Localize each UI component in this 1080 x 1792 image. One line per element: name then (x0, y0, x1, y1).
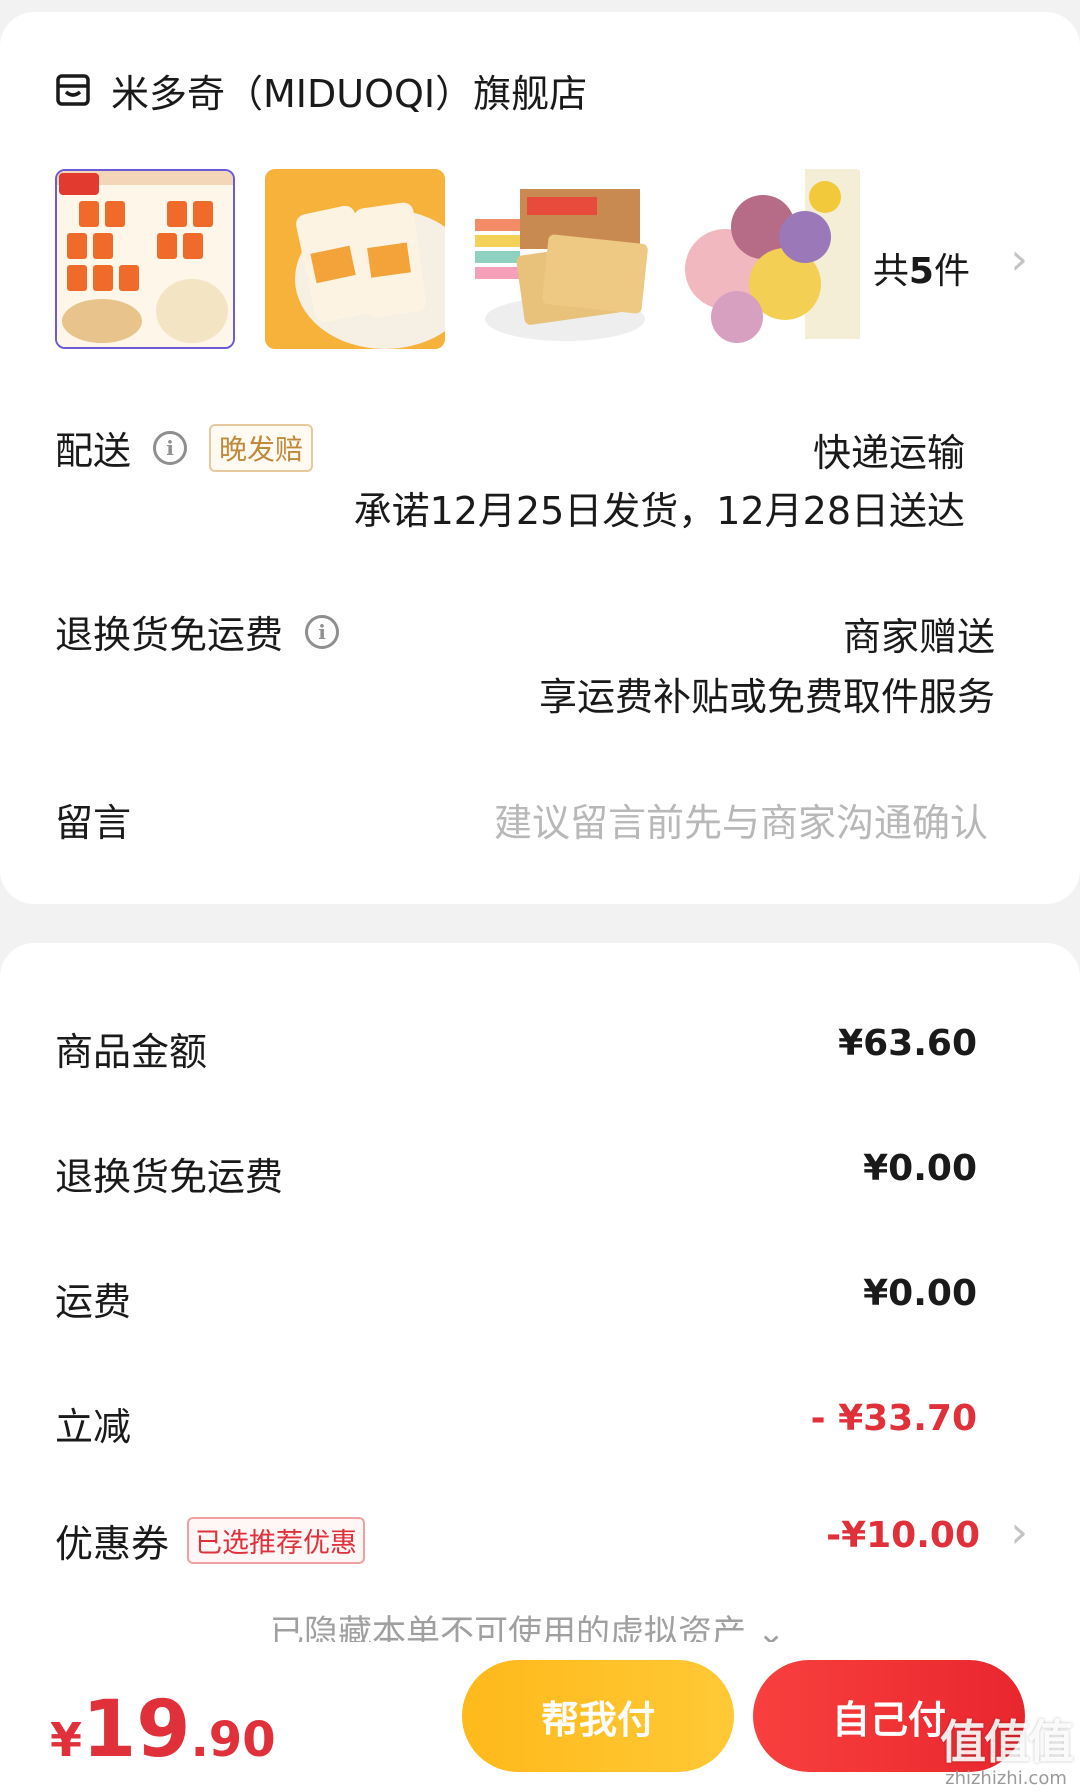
item-count-number: 5 (908, 251, 934, 292)
shipping-fee-label: 运费 (55, 1280, 132, 1324)
product-thumb[interactable] (265, 168, 445, 349)
total-price: ¥ 19 .90 (50, 1685, 276, 1775)
product-thumb[interactable] (475, 168, 655, 349)
goods-amount-value: ¥63.60 (838, 1023, 977, 1064)
watermark-url: zhizhizhi.com (945, 1768, 1067, 1789)
watermark-logo: 值值值 (940, 1715, 1074, 1769)
chevron-right-icon[interactable]: › (1010, 1507, 1028, 1558)
total-decimal: .90 (190, 1712, 276, 1768)
item-count-suffix: 件 (933, 251, 970, 292)
shop-name: 米多奇（MIDUOQI）旗舰店 (111, 71, 588, 116)
return-fee-label: 退换货免运费 (55, 1155, 284, 1199)
shipping-fee-value: ¥0.00 (863, 1273, 977, 1314)
return-shipping-value: 商家赠送 (842, 615, 995, 659)
shop-header[interactable]: 米多奇（MIDUOQI）旗舰店 (55, 62, 587, 118)
instant-discount-label: 立减 (55, 1405, 132, 1449)
return-shipping-row: 退换货免运费 i (55, 604, 340, 659)
return-shipping-label: 退换货免运费 (55, 613, 284, 657)
order-shop-card: 米多奇（MIDUOQI）旗舰店 共5件 › 配送 i 晚发赔 快递运输 承诺12… (0, 12, 1080, 904)
delivery-method[interactable]: 快递运输 (813, 422, 965, 477)
item-count-prefix: 共 (872, 251, 909, 292)
late-compensation-badge: 晚发赔 (209, 423, 314, 472)
coupon-value[interactable]: -¥10.00 (826, 1515, 980, 1556)
instant-discount-value: - ¥33.70 (810, 1398, 977, 1439)
delivery-promise: 承诺12月25日发货，12月28日送达 (353, 489, 965, 533)
delivery-label: 配送 (55, 429, 132, 473)
delivery-row: 配送 i 晚发赔 (55, 420, 314, 475)
currency-symbol: ¥ (50, 1713, 83, 1767)
chevron-right-icon[interactable]: › (1010, 234, 1028, 285)
info-icon[interactable]: i (153, 430, 188, 465)
goods-amount-label: 商品金额 (55, 1030, 208, 1074)
coupon-selected-badge: 已选推荐优惠 (187, 1517, 366, 1564)
return-fee-value: ¥0.00 (863, 1148, 977, 1189)
help-me-pay-button[interactable]: 帮我付 (462, 1660, 734, 1772)
store-icon (56, 74, 90, 106)
info-icon[interactable]: i (305, 614, 340, 649)
total-integer: 19 (82, 1685, 191, 1775)
return-shipping-desc: 享运费补贴或免费取件服务 (538, 675, 995, 719)
coupon-label: 优惠券 (55, 1522, 170, 1566)
message-label: 留言 (55, 801, 132, 845)
watermark: 值值值 zhizhizhi.com (936, 1706, 1076, 1789)
coupon-row[interactable]: 优惠券 已选推荐优惠 (55, 1513, 366, 1568)
message-input[interactable]: 建议留言前先与商家沟通确认 (494, 792, 988, 847)
product-thumb[interactable] (55, 168, 235, 349)
product-thumb[interactable] (685, 168, 865, 349)
item-count[interactable]: 共5件 (873, 242, 970, 294)
